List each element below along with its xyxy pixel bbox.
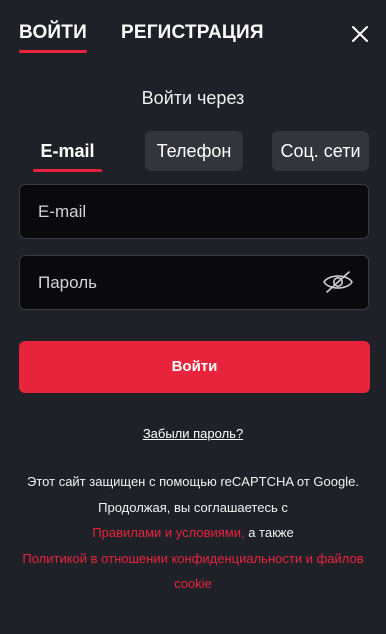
terms-link[interactable]: Правилами и условиями, — [92, 525, 244, 540]
eye-off-icon[interactable] — [322, 270, 354, 294]
auth-tabs: ВОЙТИ РЕГИСТРАЦИЯ — [19, 22, 264, 53]
login-via-title: Войти через — [141, 88, 245, 108]
tab-social[interactable]: Соц. сети — [272, 131, 369, 171]
tab-login[interactable]: ВОЙТИ — [19, 22, 87, 53]
forgot-password-link[interactable]: Забыли пароль? — [143, 426, 243, 441]
consent-text: Продолжая, вы соглашаетесь с — [98, 499, 288, 515]
password-placeholder: Пароль — [38, 273, 97, 292]
recaptcha-notice: Этот сайт защищен с помощью reCAPTCHA от… — [27, 474, 359, 489]
login-method-tabs: E-mail Телефон Соц. сети — [0, 131, 386, 172]
close-icon[interactable] — [348, 22, 372, 46]
password-field[interactable]: Пароль — [19, 255, 369, 310]
email-placeholder: E-mail — [38, 202, 87, 221]
terms-line: Правилами и условиями, а также — [20, 520, 366, 546]
tab-register[interactable]: РЕГИСТРАЦИЯ — [121, 22, 264, 44]
also-text: а также — [244, 525, 294, 540]
privacy-link[interactable]: Политикой в отношении конфиденциальности… — [20, 546, 366, 597]
tab-email[interactable]: E-mail — [33, 131, 102, 172]
login-button[interactable]: Войти — [19, 341, 370, 393]
legal-notice: Этот сайт защищен с помощью reCAPTCHA от… — [20, 469, 366, 597]
tab-phone[interactable]: Телефон — [145, 131, 243, 171]
forgot-password: Забыли пароль? — [0, 426, 386, 441]
email-field[interactable]: E-mail — [19, 184, 369, 239]
